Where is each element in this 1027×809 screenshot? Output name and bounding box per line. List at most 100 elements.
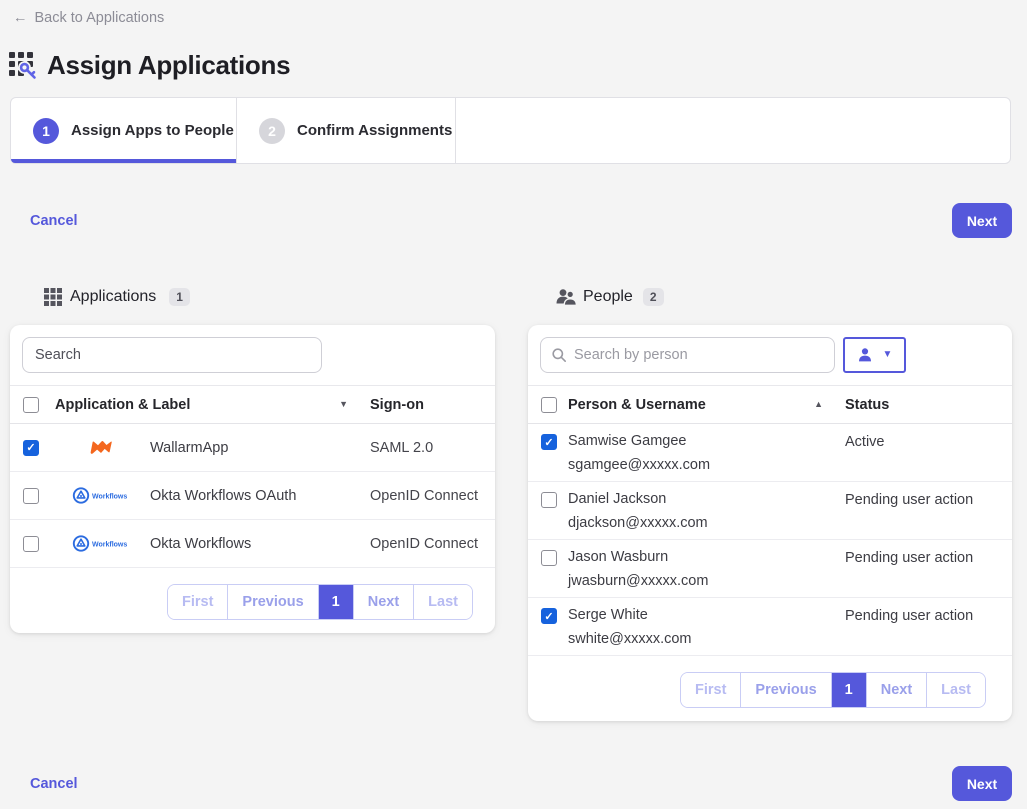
applications-column: Applications 1 Application & Label ▼ Sig… <box>10 285 495 633</box>
title-row: Assign Applications <box>8 50 1027 81</box>
tab-confirm-assignments[interactable]: 2 Confirm Assignments <box>237 98 456 163</box>
check-icon: ✓ <box>544 610 553 623</box>
pagination-group: First Previous 1 Next Last <box>680 672 986 708</box>
application-row: Workflows Okta Workflows OpenID Connect <box>10 520 495 568</box>
cancel-link-bottom[interactable]: Cancel <box>30 776 78 792</box>
svg-text:Workflows: Workflows <box>92 542 127 549</box>
person-row-checkbox[interactable] <box>541 492 557 508</box>
person-filter-dropdown[interactable]: ▼ <box>843 337 906 373</box>
person-row: Daniel Jackson djackson@xxxxx.com Pendin… <box>528 482 1012 540</box>
person-username: sgamgee@xxxxx.com <box>568 456 845 474</box>
wallarm-logo-icon <box>55 439 150 456</box>
application-label-sort-header[interactable]: Application & Label ▼ <box>55 397 370 413</box>
pagination-first-button[interactable]: First <box>168 585 227 619</box>
person-row-checkbox[interactable]: ✓ <box>541 608 557 624</box>
person-status: Pending user action <box>845 606 1012 648</box>
okta-workflows-logo-icon: Workflows <box>55 486 150 505</box>
applications-select-all-checkbox[interactable] <box>23 397 39 413</box>
pagination-first-button[interactable]: First <box>681 673 740 707</box>
application-signon: OpenID Connect <box>370 536 495 552</box>
person-row-checkbox[interactable] <box>541 550 557 566</box>
application-signon: SAML 2.0 <box>370 440 495 456</box>
back-to-applications-link[interactable]: ← Back to Applications <box>13 10 164 26</box>
people-pagination: First Previous 1 Next Last <box>528 656 1012 721</box>
person-status: Pending user action <box>845 548 1012 590</box>
application-row-checkbox[interactable]: ✓ <box>23 440 39 456</box>
tab-1-label: Assign Apps to People <box>71 122 234 139</box>
person-username: djackson@xxxxx.com <box>568 514 845 532</box>
pagination-page-1-button[interactable]: 1 <box>318 585 353 619</box>
step-1-badge: 1 <box>33 118 59 144</box>
person-row: ✓ Serge White swhite@xxxxx.com Pending u… <box>528 598 1012 656</box>
people-column: People 2 <box>528 285 1012 721</box>
people-heading: People <box>583 288 633 306</box>
pagination-last-button[interactable]: Last <box>413 585 472 619</box>
person-filter-icon <box>857 347 873 363</box>
main-content: Applications 1 Application & Label ▼ Sig… <box>0 285 1027 721</box>
assign-applications-icon <box>8 51 37 80</box>
okta-workflows-logo-icon: Workflows <box>55 534 150 553</box>
svg-text:Workflows: Workflows <box>92 494 127 501</box>
cancel-link-top[interactable]: Cancel <box>30 213 78 229</box>
tab-assign-apps-to-people[interactable]: 1 Assign Apps to People <box>11 98 237 163</box>
people-select-all-checkbox[interactable] <box>541 397 557 413</box>
page-title: Assign Applications <box>47 50 290 81</box>
application-name: WallarmApp <box>150 440 370 456</box>
back-row: ← Back to Applications <box>0 0 1027 27</box>
applications-heading: Applications <box>70 288 156 306</box>
wizard-tabbar: 1 Assign Apps to People 2 Confirm Assign… <box>10 97 1011 164</box>
application-name: Okta Workflows OAuth <box>150 488 370 504</box>
applications-grid-icon <box>44 288 62 306</box>
application-row-checkbox[interactable] <box>23 488 39 504</box>
pagination-page-1-button[interactable]: 1 <box>831 673 866 707</box>
check-icon: ✓ <box>544 436 553 449</box>
next-button-top[interactable]: Next <box>952 203 1012 238</box>
application-row: Workflows Okta Workflows OAuth OpenID Co… <box>10 472 495 520</box>
application-label-column-label: Application & Label <box>55 397 190 413</box>
people-icon <box>556 288 578 306</box>
active-tab-underline <box>11 159 236 163</box>
back-arrow-icon: ← <box>13 10 28 26</box>
back-link-label: Back to Applications <box>35 10 165 26</box>
next-button-bottom[interactable]: Next <box>952 766 1012 801</box>
application-name: Okta Workflows <box>150 536 370 552</box>
signon-column-label: Sign-on <box>370 397 495 413</box>
applications-count-badge: 1 <box>169 288 190 306</box>
person-username: swhite@xxxxx.com <box>568 630 845 648</box>
person-row-checkbox[interactable]: ✓ <box>541 434 557 450</box>
applications-section-head: Applications 1 <box>44 285 495 309</box>
applications-search-input[interactable] <box>22 337 322 373</box>
people-count-badge: 2 <box>643 288 664 306</box>
people-table-header: Person & Username ▲ Status <box>528 386 1012 424</box>
person-name: Samwise Gamgee <box>568 432 845 450</box>
people-search-row: ▼ <box>528 325 1012 386</box>
applications-card: Application & Label ▼ Sign-on ✓ WallarmA… <box>10 325 495 633</box>
people-card: ▼ Person & Username ▲ Status ✓ Samwise G… <box>528 325 1012 721</box>
pagination-next-button[interactable]: Next <box>866 673 926 707</box>
person-name: Jason Wasburn <box>568 548 845 566</box>
person-username-sort-header[interactable]: Person & Username ▲ <box>568 397 845 413</box>
people-section-head: People 2 <box>556 285 1012 309</box>
pagination-group: First Previous 1 Next Last <box>167 584 473 620</box>
tab-2-label: Confirm Assignments <box>297 122 452 139</box>
person-row: Jason Wasburn jwasburn@xxxxx.com Pending… <box>528 540 1012 598</box>
person-status: Active <box>845 432 1012 474</box>
person-name: Serge White <box>568 606 845 624</box>
person-username-column-label: Person & Username <box>568 397 706 413</box>
pagination-last-button[interactable]: Last <box>926 673 985 707</box>
pagination-previous-button[interactable]: Previous <box>227 585 317 619</box>
pagination-next-button[interactable]: Next <box>353 585 413 619</box>
person-name: Daniel Jackson <box>568 490 845 508</box>
step-2-badge: 2 <box>259 118 285 144</box>
status-column-label: Status <box>845 397 1012 413</box>
search-icon <box>551 347 567 368</box>
person-row: ✓ Samwise Gamgee sgamgee@xxxxx.com Activ… <box>528 424 1012 482</box>
bottom-action-row: Cancel Next <box>30 766 1012 801</box>
people-search-input[interactable] <box>540 337 835 373</box>
top-action-row: Cancel Next <box>30 203 1012 238</box>
application-signon: OpenID Connect <box>370 488 495 504</box>
application-row-checkbox[interactable] <box>23 536 39 552</box>
pagination-previous-button[interactable]: Previous <box>740 673 830 707</box>
application-row: ✓ WallarmApp SAML 2.0 <box>10 424 495 472</box>
sort-caret-up-icon: ▲ <box>814 400 823 409</box>
